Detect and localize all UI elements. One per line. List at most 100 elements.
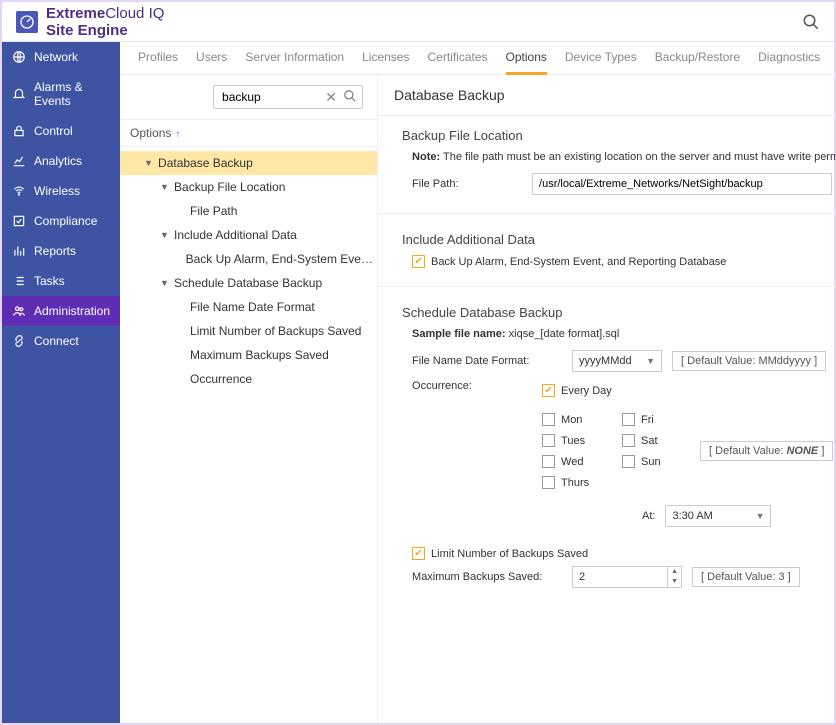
sun-checkbox[interactable]	[622, 455, 635, 468]
at-time-value: 3:30 AM	[672, 510, 712, 522]
chart-line-icon	[12, 154, 26, 168]
every-day-label: Every Day	[561, 385, 612, 397]
tree-node-max-backups[interactable]: Maximum Backups Saved	[120, 343, 377, 367]
tree-label: File Path	[190, 204, 237, 218]
tab-strip: Profiles Users Server Information Licens…	[120, 42, 836, 75]
filepath-input[interactable]	[532, 173, 832, 195]
options-column-header[interactable]: Options↑	[120, 119, 377, 147]
step-up-icon[interactable]: ▲	[668, 567, 681, 577]
clear-icon[interactable]: ✕	[325, 89, 337, 106]
brand-title: ExtremeCloud IQ Site Engine	[46, 5, 164, 39]
sidebar-item-wireless[interactable]: Wireless	[2, 176, 120, 206]
limit-backups-checkbox[interactable]	[412, 547, 425, 560]
sidebar-item-analytics[interactable]: Analytics	[2, 146, 120, 176]
users-icon	[12, 304, 26, 318]
sidebar-item-label: Alarms & Events	[34, 80, 110, 108]
max-backups-label: Maximum Backups Saved:	[412, 571, 562, 583]
max-backups-input[interactable]: 2 ▲▼	[572, 566, 682, 588]
mon-checkbox[interactable]	[542, 413, 555, 426]
sample-bold: Sample file name:	[412, 328, 506, 340]
sidebar-item-alarms[interactable]: Alarms & Events	[2, 72, 120, 116]
tree-node-database-backup[interactable]: ▼Database Backup	[120, 151, 377, 175]
tree-node-schedule-database-backup[interactable]: ▼Schedule Database Backup	[120, 271, 377, 295]
step-down-icon[interactable]: ▼	[668, 577, 681, 587]
list-icon	[12, 274, 26, 288]
tab-certificates[interactable]: Certificates	[427, 50, 487, 74]
chevron-down-icon: ▼	[646, 356, 655, 366]
globe-icon	[12, 50, 26, 64]
tree-label: Limit Number of Backups Saved	[190, 324, 361, 338]
tab-server-information[interactable]: Server Information	[245, 50, 344, 74]
tree-node-include-additional-data[interactable]: ▼Include Additional Data	[120, 223, 377, 247]
search-icon[interactable]	[343, 89, 357, 103]
app-header: ExtremeCloud IQ Site Engine	[2, 2, 834, 42]
options-panel: ✕ Options↑ ▼Database Backup ▼Backup File…	[120, 75, 378, 723]
mon-label: Mon	[561, 414, 582, 426]
wed-checkbox[interactable]	[542, 455, 555, 468]
thu-checkbox[interactable]	[542, 476, 555, 489]
bar-chart-icon	[12, 244, 26, 258]
tue-checkbox[interactable]	[542, 434, 555, 447]
divider	[378, 213, 836, 214]
tab-options[interactable]: Options	[506, 50, 547, 75]
tree-node-backup-file-location[interactable]: ▼Backup File Location	[120, 175, 377, 199]
sat-checkbox[interactable]	[622, 434, 635, 447]
note-bold: Note:	[412, 151, 440, 163]
sidebar-item-label: Network	[34, 50, 78, 64]
tab-device-types[interactable]: Device Types	[565, 50, 637, 74]
tab-diagnostics[interactable]: Diagnostics	[758, 50, 820, 74]
tree-label: Backup File Location	[174, 180, 285, 194]
date-format-value: yyyyMMdd	[579, 355, 632, 367]
tree-label: Database Backup	[158, 156, 253, 170]
limit-backups-label: Limit Number of Backups Saved	[431, 548, 588, 560]
date-format-select[interactable]: yyyyMMdd ▼	[572, 350, 662, 372]
tree-node-limit-backups[interactable]: Limit Number of Backups Saved	[120, 319, 377, 343]
fri-checkbox[interactable]	[622, 413, 635, 426]
sidebar-item-tasks[interactable]: Tasks	[2, 266, 120, 296]
sidebar-item-administration[interactable]: Administration	[2, 296, 120, 326]
section-heading: Schedule Database Backup	[402, 305, 836, 320]
gauge-icon	[19, 14, 35, 30]
section-include-additional-data: Include Additional Data Back Up Alarm, E…	[378, 220, 836, 280]
tree-node-file-name-date-format[interactable]: File Name Date Format	[120, 295, 377, 319]
tab-licenses[interactable]: Licenses	[362, 50, 409, 74]
sample-filename: Sample file name: xiqse_[date format].sq…	[412, 328, 836, 340]
section-heading: Include Additional Data	[402, 232, 836, 247]
at-time-select[interactable]: 3:30 AM▼	[665, 505, 771, 527]
options-header-label: Options	[130, 126, 171, 140]
fri-label: Fri	[641, 414, 654, 426]
backup-alarm-checkbox[interactable]	[412, 255, 425, 268]
brand-part2: Cloud IQ	[105, 5, 164, 22]
tab-profiles[interactable]: Profiles	[138, 50, 178, 74]
section-schedule-database-backup: Schedule Database Backup Sample file nam…	[378, 293, 836, 600]
filepath-label: File Path:	[412, 178, 522, 190]
detail-pane: Database Backup Backup File Location Not…	[378, 75, 836, 723]
brand-part1: Extreme	[46, 5, 105, 22]
options-tree: ▼Database Backup ▼Backup File Location F…	[120, 147, 377, 395]
sidebar-item-label: Analytics	[34, 154, 82, 168]
sidebar-item-reports[interactable]: Reports	[2, 236, 120, 266]
options-search-input[interactable]	[213, 85, 363, 109]
sidebar-item-label: Compliance	[34, 214, 97, 228]
sidebar-item-network[interactable]: Network	[2, 42, 120, 72]
tree-node-file-path[interactable]: File Path	[120, 199, 377, 223]
occurrence-label: Occurrence:	[412, 378, 522, 392]
max-backups-default: [ Default Value: 3 ]	[692, 567, 800, 587]
sidebar-item-label: Administration	[34, 304, 110, 318]
tree-label: Maximum Backups Saved	[190, 348, 329, 362]
search-icon[interactable]	[802, 13, 820, 31]
bell-icon	[12, 87, 26, 101]
sidebar-item-control[interactable]: Control	[2, 116, 120, 146]
tab-users[interactable]: Users	[196, 50, 227, 74]
sidebar-item-compliance[interactable]: Compliance	[2, 206, 120, 236]
tree-node-backup-alarm[interactable]: Back Up Alarm, End-System Event, and Rep…	[120, 247, 377, 271]
tree-node-occurrence[interactable]: Occurrence	[120, 367, 377, 391]
every-day-checkbox[interactable]	[542, 384, 555, 397]
file-path-note: Note: The file path must be an existing …	[412, 151, 836, 163]
at-label: At:	[642, 510, 655, 522]
tree-label: Back Up Alarm, End-System Event, and Rep…	[186, 252, 377, 266]
sidebar-item-label: Control	[34, 124, 73, 138]
sidebar-item-connect[interactable]: Connect	[2, 326, 120, 356]
tab-backup-restore[interactable]: Backup/Restore	[655, 50, 740, 74]
sidebar-item-label: Wireless	[34, 184, 80, 198]
